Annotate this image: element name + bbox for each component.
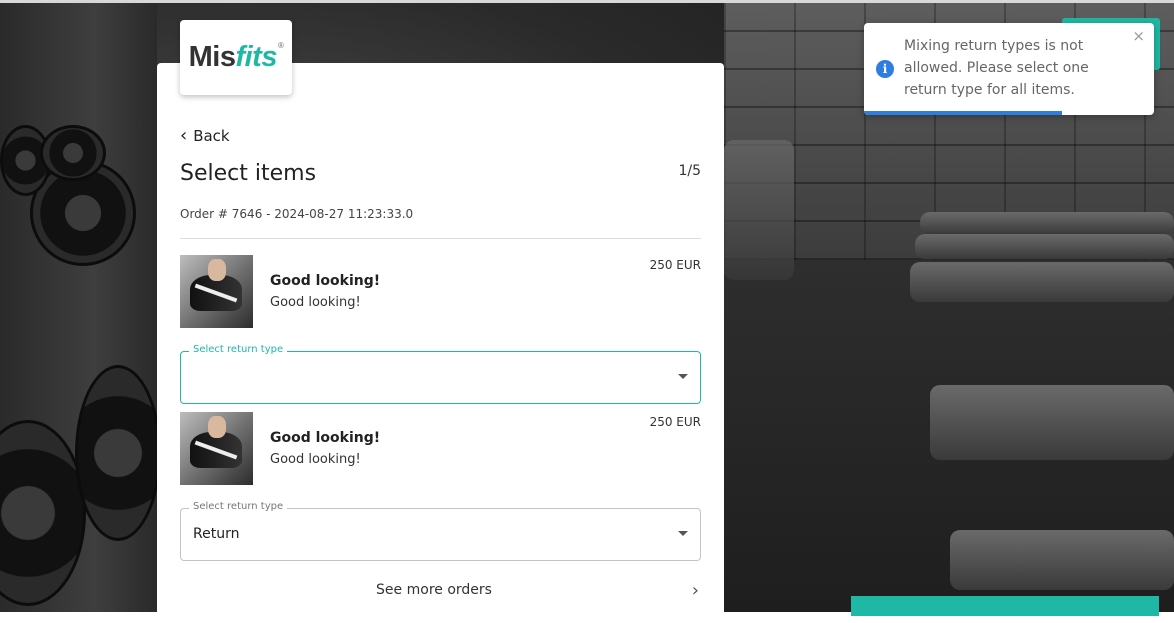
chevron-right-icon: ›: [691, 580, 699, 601]
item-name: Good looking!: [270, 273, 381, 289]
weight-plate: [40, 125, 106, 181]
see-more-label: See more orders: [376, 582, 492, 598]
select-value: Return: [193, 526, 240, 542]
close-icon[interactable]: ×: [1132, 27, 1145, 45]
toast-notification: i Mixing return types is not allowed. Pl…: [864, 23, 1154, 115]
logo-registered-mark: ®: [277, 41, 284, 50]
list-item: Good looking! Good looking! 250 EUR: [180, 412, 701, 486]
product-image: [180, 255, 253, 328]
logo-card: Misfits®: [180, 20, 292, 95]
weight-plate: [75, 365, 161, 541]
gym-bench: [920, 212, 1174, 234]
logo-text-right: fits: [235, 41, 277, 73]
order-info: Order # 7646 - 2024-08-27 11:23:33.0: [180, 207, 414, 221]
list-item: Good looking! Good looking! 250 EUR: [180, 255, 701, 329]
item-description: Good looking!: [270, 295, 361, 310]
info-icon: i: [876, 60, 894, 78]
return-panel: ‹ Back Select items 1/5 Order # 7646 - 2…: [157, 63, 724, 623]
item-name: Good looking!: [270, 430, 381, 446]
back-label: Back: [193, 127, 230, 145]
item-price: 250 EUR: [649, 258, 701, 272]
gym-bench: [915, 234, 1174, 259]
item-description: Good looking!: [270, 452, 361, 467]
gym-bench: [910, 262, 1174, 302]
top-border: [0, 0, 1174, 3]
toast-progress-bar: [864, 111, 1062, 115]
chevron-left-icon: ‹: [180, 125, 188, 146]
gym-bench: [950, 530, 1174, 590]
toast-message: Mixing return types is not allowed. Plea…: [904, 38, 1089, 98]
page-title: Select items: [180, 161, 317, 186]
caret-down-icon: [678, 531, 688, 536]
back-button[interactable]: ‹ Back: [180, 125, 230, 146]
return-type-select[interactable]: Select return type Return: [180, 501, 701, 561]
brand-logo: Misfits®: [189, 41, 284, 74]
gym-bench: [930, 385, 1174, 460]
see-more-orders-link[interactable]: See more orders ›: [180, 580, 701, 602]
logo-text-left: Mis: [188, 41, 236, 73]
select-label: Select return type: [189, 344, 288, 355]
divider: [180, 238, 701, 239]
product-image: [180, 412, 253, 485]
item-price: 250 EUR: [649, 415, 701, 429]
dumbbell-rack: [724, 140, 794, 280]
step-indicator: 1/5: [678, 163, 701, 179]
return-type-select[interactable]: Select return type: [180, 344, 701, 404]
select-label: Select return type: [189, 501, 288, 512]
chat-widget[interactable]: [851, 596, 1159, 616]
caret-down-icon: [678, 374, 688, 379]
